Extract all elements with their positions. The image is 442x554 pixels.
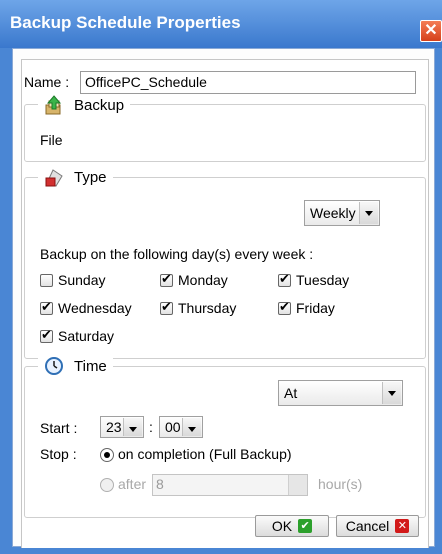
chevron-down-icon [359, 202, 378, 224]
close-icon[interactable]: ✕ [420, 20, 442, 42]
monday-label: Monday [178, 272, 228, 288]
backup-type-value: File [40, 132, 63, 148]
clock-icon [45, 357, 63, 375]
time-separator: : [149, 419, 153, 435]
type-icon [45, 169, 63, 187]
time-mode-value: At [284, 385, 298, 401]
type-legend: Type [38, 167, 113, 187]
thursday-checkbox[interactable] [160, 300, 173, 315]
after-hours-input[interactable]: 8 [152, 474, 308, 496]
stop-label: Stop : [40, 446, 77, 462]
wednesday-label: Wednesday [58, 300, 132, 316]
on-completion-radio[interactable] [100, 448, 114, 462]
name-input-value: OfficePC_Schedule [85, 74, 207, 90]
backup-icon [45, 95, 62, 115]
monday-checkbox[interactable] [160, 272, 173, 287]
name-label: Name : [24, 74, 70, 90]
cancel-button[interactable]: Cancel ✕ [336, 515, 419, 537]
backup-legend: Backup [38, 95, 131, 115]
dialog-window: Backup Schedule Properties ✕ Name : Offi… [0, 0, 442, 554]
name-input[interactable]: OfficePC_Schedule [80, 71, 416, 94]
close-icon: ✕ [395, 519, 410, 533]
frequency-select-value: Weekly [310, 205, 356, 221]
after-radio[interactable] [100, 478, 114, 492]
ok-button[interactable]: OK ✔ [255, 515, 329, 537]
tuesday-checkbox[interactable] [278, 272, 291, 287]
friday-checkbox[interactable] [278, 300, 291, 315]
days-instruction: Backup on the following day(s) every wee… [40, 246, 314, 262]
chevron-down-icon [123, 418, 142, 436]
start-minute-select[interactable]: 00 [159, 416, 203, 438]
time-legend-label: Time [74, 357, 107, 375]
friday-label: Friday [296, 300, 335, 316]
after-unit-label: hour(s) [318, 476, 363, 492]
check-icon: ✔ [298, 519, 313, 533]
dialog-body: Name : OfficePC_Schedule Backup File Typ… [12, 48, 435, 548]
start-label: Start : [40, 420, 78, 436]
chevron-down-icon [182, 418, 201, 436]
type-legend-label: Type [74, 168, 107, 186]
after-hours-value: 8 [156, 476, 164, 492]
start-hour-value: 23 [106, 419, 122, 435]
time-mode-select[interactable]: At [278, 380, 403, 406]
frequency-select[interactable]: Weekly [304, 200, 380, 226]
start-minute-value: 00 [165, 419, 181, 435]
backup-legend-label: Backup [74, 96, 125, 114]
ok-button-label: OK [271, 518, 293, 534]
saturday-label: Saturday [58, 328, 115, 344]
content-panel: Name : OfficePC_Schedule Backup File Typ… [21, 59, 429, 548]
tuesday-label: Tuesday [296, 272, 350, 288]
time-legend: Time [38, 356, 113, 376]
sunday-label: Sunday [58, 272, 106, 288]
wednesday-checkbox[interactable] [40, 300, 53, 315]
saturday-checkbox[interactable] [40, 328, 53, 343]
after-label: after [118, 476, 147, 492]
chevron-down-icon [288, 475, 307, 495]
cancel-button-label: Cancel [345, 518, 390, 534]
chevron-down-icon [382, 382, 401, 404]
sunday-checkbox[interactable] [40, 274, 53, 287]
window-title: Backup Schedule Properties [10, 13, 241, 32]
start-hour-select[interactable]: 23 [100, 416, 144, 438]
on-completion-label: on completion (Full Backup) [118, 446, 292, 462]
title-bar[interactable]: Backup Schedule Properties ✕ [0, 0, 442, 48]
thursday-label: Thursday [178, 300, 237, 316]
